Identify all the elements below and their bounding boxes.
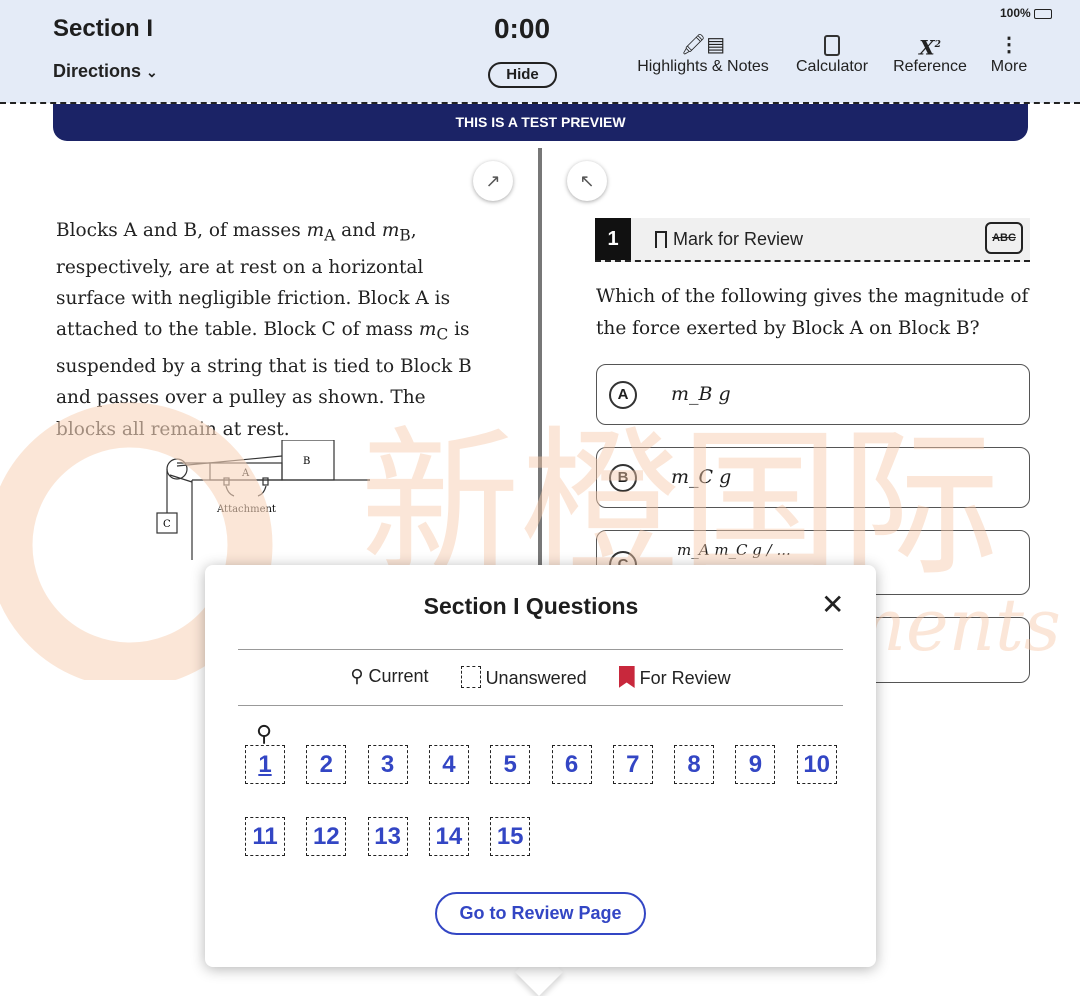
option-a-expr: m_B g xyxy=(671,383,731,405)
location-pin-icon: ⚲ xyxy=(350,666,364,686)
question-nav-5[interactable]: 5 xyxy=(490,745,531,784)
dashed-box-icon xyxy=(460,666,481,688)
x-squared-icon: X2 xyxy=(919,35,941,60)
question-nav-13[interactable]: 13 xyxy=(367,817,408,856)
legend-current-label: Current xyxy=(368,666,429,686)
chevron-down-icon: ⌄ xyxy=(146,64,158,80)
question-nav-11[interactable]: 11 xyxy=(245,817,285,856)
expand-icon: ↗ xyxy=(485,171,501,191)
legend-current: ⚲ Current xyxy=(350,666,428,689)
mark-label: Mark for Review xyxy=(673,229,804,249)
pane-divider[interactable] xyxy=(538,148,542,568)
question-nav-1[interactable]: 1 xyxy=(245,745,285,784)
bookmark-icon xyxy=(655,231,667,248)
calculator-button[interactable]: Calculator xyxy=(792,32,872,76)
tool-label: Highlights & Notes xyxy=(637,58,769,75)
divider xyxy=(238,649,843,650)
mark-for-review-button[interactable]: Mark for Review xyxy=(655,229,803,250)
section-title: Section I xyxy=(53,15,154,42)
legend-unanswered: Unanswered xyxy=(460,666,587,689)
question-nav-12[interactable]: 12 xyxy=(306,817,347,856)
question-nav-15[interactable]: 15 xyxy=(490,817,531,856)
top-bar: Section I Directions ⌄ 0:00 Hide 100% 🖍︎… xyxy=(0,0,1080,103)
more-vertical-icon: ⋮ xyxy=(999,34,1019,56)
hide-timer-button[interactable]: Hide xyxy=(488,62,557,88)
battery-status: 100% xyxy=(1000,6,1053,20)
current-location-pin-icon: ⚲ xyxy=(256,721,273,746)
pulley-figure: A B C Attachment xyxy=(156,440,370,560)
question-nav-7[interactable]: 7 xyxy=(612,745,653,784)
question-header: 1 Mark for Review ABC xyxy=(595,218,1030,262)
figure-label-b: B xyxy=(303,456,310,467)
reference-button[interactable]: X2 Reference xyxy=(890,32,970,76)
figure-label-c: C xyxy=(163,519,171,530)
question-text: Which of the following gives the magnitu… xyxy=(596,286,1029,339)
bookmark-filled-icon xyxy=(618,666,635,688)
figure-label-a: A xyxy=(241,468,250,479)
option-letter: B xyxy=(609,464,637,492)
option-b[interactable]: Bm_C g xyxy=(596,447,1030,508)
option-c-expr: m_A m_C g / ... xyxy=(677,541,791,559)
expand-right-button[interactable]: ↖ xyxy=(567,161,607,201)
legend-review: For Review xyxy=(618,666,731,689)
legend-review-label: For Review xyxy=(639,668,731,688)
tool-label: Calculator xyxy=(795,58,869,75)
highlights-notes-button[interactable]: 🖍︎▤ Highlights & Notes xyxy=(632,32,774,76)
directions-dropdown[interactable]: Directions ⌄ xyxy=(53,61,158,82)
directions-label: Directions xyxy=(53,61,142,81)
passage-text: Blocks A and B, of masses mA and mB, res… xyxy=(56,220,472,440)
question-nav-14[interactable]: 14 xyxy=(428,817,469,856)
go-to-review-page-button[interactable]: Go to Review Page xyxy=(435,892,646,935)
tool-label: Reference xyxy=(893,58,967,75)
question-navigator-popup: Section I Questions ✕ ⚲ Current Unanswer… xyxy=(205,565,876,967)
more-button[interactable]: ⋮ More xyxy=(985,32,1033,76)
question-number: 1 xyxy=(595,218,631,260)
test-preview-banner: THIS IS A TEST PREVIEW xyxy=(53,104,1028,141)
highlighter-notes-icon: 🖍︎▤ xyxy=(680,34,726,56)
expand-left-button[interactable]: ↗ xyxy=(473,161,513,201)
calculator-icon xyxy=(792,32,872,58)
legend-unanswered-label: Unanswered xyxy=(485,668,587,688)
question-nav-3[interactable]: 3 xyxy=(367,745,408,784)
option-b-expr: m_C g xyxy=(671,466,732,488)
option-a[interactable]: Am_B g xyxy=(596,364,1030,425)
tool-label: More xyxy=(990,58,1028,75)
question-nav-9[interactable]: 9 xyxy=(735,745,776,784)
answer-eliminator-button[interactable]: ABC xyxy=(985,222,1023,254)
figure-label-attachment: Attachment xyxy=(216,504,276,515)
battery-icon xyxy=(1034,8,1053,19)
close-icon[interactable]: ✕ xyxy=(821,591,844,619)
question-nav-2[interactable]: 2 xyxy=(306,745,347,784)
option-letter: A xyxy=(609,381,637,409)
battery-percent: 100% xyxy=(1000,6,1031,20)
popup-title: Section I Questions xyxy=(423,593,639,619)
divider xyxy=(238,705,843,706)
timer: 0:00 xyxy=(493,13,551,44)
question-nav-6[interactable]: 6 xyxy=(551,745,592,784)
question-nav-8[interactable]: 8 xyxy=(674,745,715,784)
question-nav-10[interactable]: 10 xyxy=(796,745,837,784)
legend: ⚲ Current Unanswered For Review xyxy=(205,666,876,689)
question-nav-4[interactable]: 4 xyxy=(428,745,469,784)
collapse-icon: ↖ xyxy=(579,171,595,191)
